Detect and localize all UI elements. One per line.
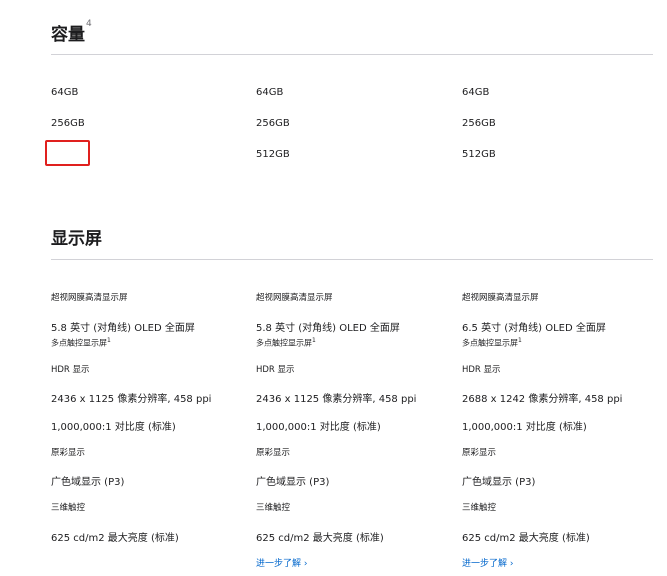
display-col1-hdr: HDR 显示	[51, 365, 90, 375]
display-col2-touch: 多点触控显示屏1	[256, 337, 400, 349]
display-col3-resolution: 2688 x 1242 像素分辨率, 458 ppi	[462, 394, 623, 405]
display-title: 显示屏	[51, 229, 102, 249]
display-col3-contrast: 1,000,000:1 对比度 (标准)	[462, 422, 587, 433]
display-col3-size: 6.5 英寸 (对角线) OLED 全面屏 多点触控显示屏1	[462, 319, 606, 349]
display-col3-true-tone: 原彩显示	[462, 448, 497, 458]
display-col2-learn-more-link[interactable]: 进一步了解 ›	[256, 556, 307, 569]
display-col3-hdr: HDR 显示	[462, 365, 501, 375]
display-col2-contrast: 1,000,000:1 对比度 (标准)	[256, 422, 381, 433]
display-col1-3d-touch: 三维触控	[51, 503, 86, 513]
capacity-col2-64gb: 64GB	[256, 87, 284, 98]
display-col3-size-text: 6.5 英寸 (对角线) OLED 全面屏	[462, 323, 606, 334]
display-col2-3d-touch: 三维触控	[256, 503, 291, 513]
capacity-divider	[51, 54, 653, 55]
display-col1-wide-color: 广色域显示 (P3)	[51, 477, 125, 488]
display-col1-touch-text: 多点触控显示屏	[51, 338, 107, 348]
display-col2-type: 超视网膜高清显示屏	[256, 293, 333, 303]
display-col2-touch-footnote[interactable]: 1	[312, 337, 316, 344]
display-col3-wide-color: 广色域显示 (P3)	[462, 477, 536, 488]
display-col3-type: 超视网膜高清显示屏	[462, 293, 539, 303]
capacity-col1-empty-highlight	[45, 140, 90, 166]
display-col3-3d-touch: 三维触控	[462, 503, 497, 513]
capacity-col3-64gb: 64GB	[462, 87, 490, 98]
display-col1-size: 5.8 英寸 (对角线) OLED 全面屏 多点触控显示屏1	[51, 319, 195, 349]
capacity-col1-64gb: 64GB	[51, 87, 79, 98]
capacity-footnote[interactable]: 4	[86, 19, 92, 29]
capacity-title: 容量4	[51, 19, 92, 45]
display-col2-brightness: 625 cd/m2 最大亮度 (标准)	[256, 533, 384, 544]
display-col3-touch: 多点触控显示屏1	[462, 337, 606, 349]
capacity-title-text: 容量	[51, 25, 85, 45]
display-col1-contrast: 1,000,000:1 对比度 (标准)	[51, 422, 176, 433]
display-col3-brightness: 625 cd/m2 最大亮度 (标准)	[462, 533, 590, 544]
capacity-col1-256gb: 256GB	[51, 118, 85, 129]
display-col1-true-tone: 原彩显示	[51, 448, 86, 458]
capacity-col2-256gb: 256GB	[256, 118, 290, 129]
display-col3-learn-more-link[interactable]: 进一步了解 ›	[462, 556, 513, 569]
display-col2-true-tone: 原彩显示	[256, 448, 291, 458]
display-col2-touch-text: 多点触控显示屏	[256, 338, 312, 348]
display-divider	[51, 259, 653, 260]
display-col2-resolution: 2436 x 1125 像素分辨率, 458 ppi	[256, 394, 417, 405]
capacity-col3-512gb: 512GB	[462, 149, 496, 160]
capacity-col3-256gb: 256GB	[462, 118, 496, 129]
display-col1-touch-footnote[interactable]: 1	[107, 337, 111, 344]
display-col1-size-text: 5.8 英寸 (对角线) OLED 全面屏	[51, 323, 195, 334]
display-col2-hdr: HDR 显示	[256, 365, 295, 375]
display-col2-size-text: 5.8 英寸 (对角线) OLED 全面屏	[256, 323, 400, 334]
display-col1-touch: 多点触控显示屏1	[51, 337, 195, 349]
display-col1-brightness: 625 cd/m2 最大亮度 (标准)	[51, 533, 179, 544]
display-col3-touch-footnote[interactable]: 1	[518, 337, 522, 344]
display-col2-wide-color: 广色域显示 (P3)	[256, 477, 330, 488]
display-col3-touch-text: 多点触控显示屏	[462, 338, 518, 348]
display-col1-type: 超视网膜高清显示屏	[51, 293, 128, 303]
capacity-col2-512gb: 512GB	[256, 149, 290, 160]
display-col1-resolution: 2436 x 1125 像素分辨率, 458 ppi	[51, 394, 212, 405]
display-col2-size: 5.8 英寸 (对角线) OLED 全面屏 多点触控显示屏1	[256, 319, 400, 349]
